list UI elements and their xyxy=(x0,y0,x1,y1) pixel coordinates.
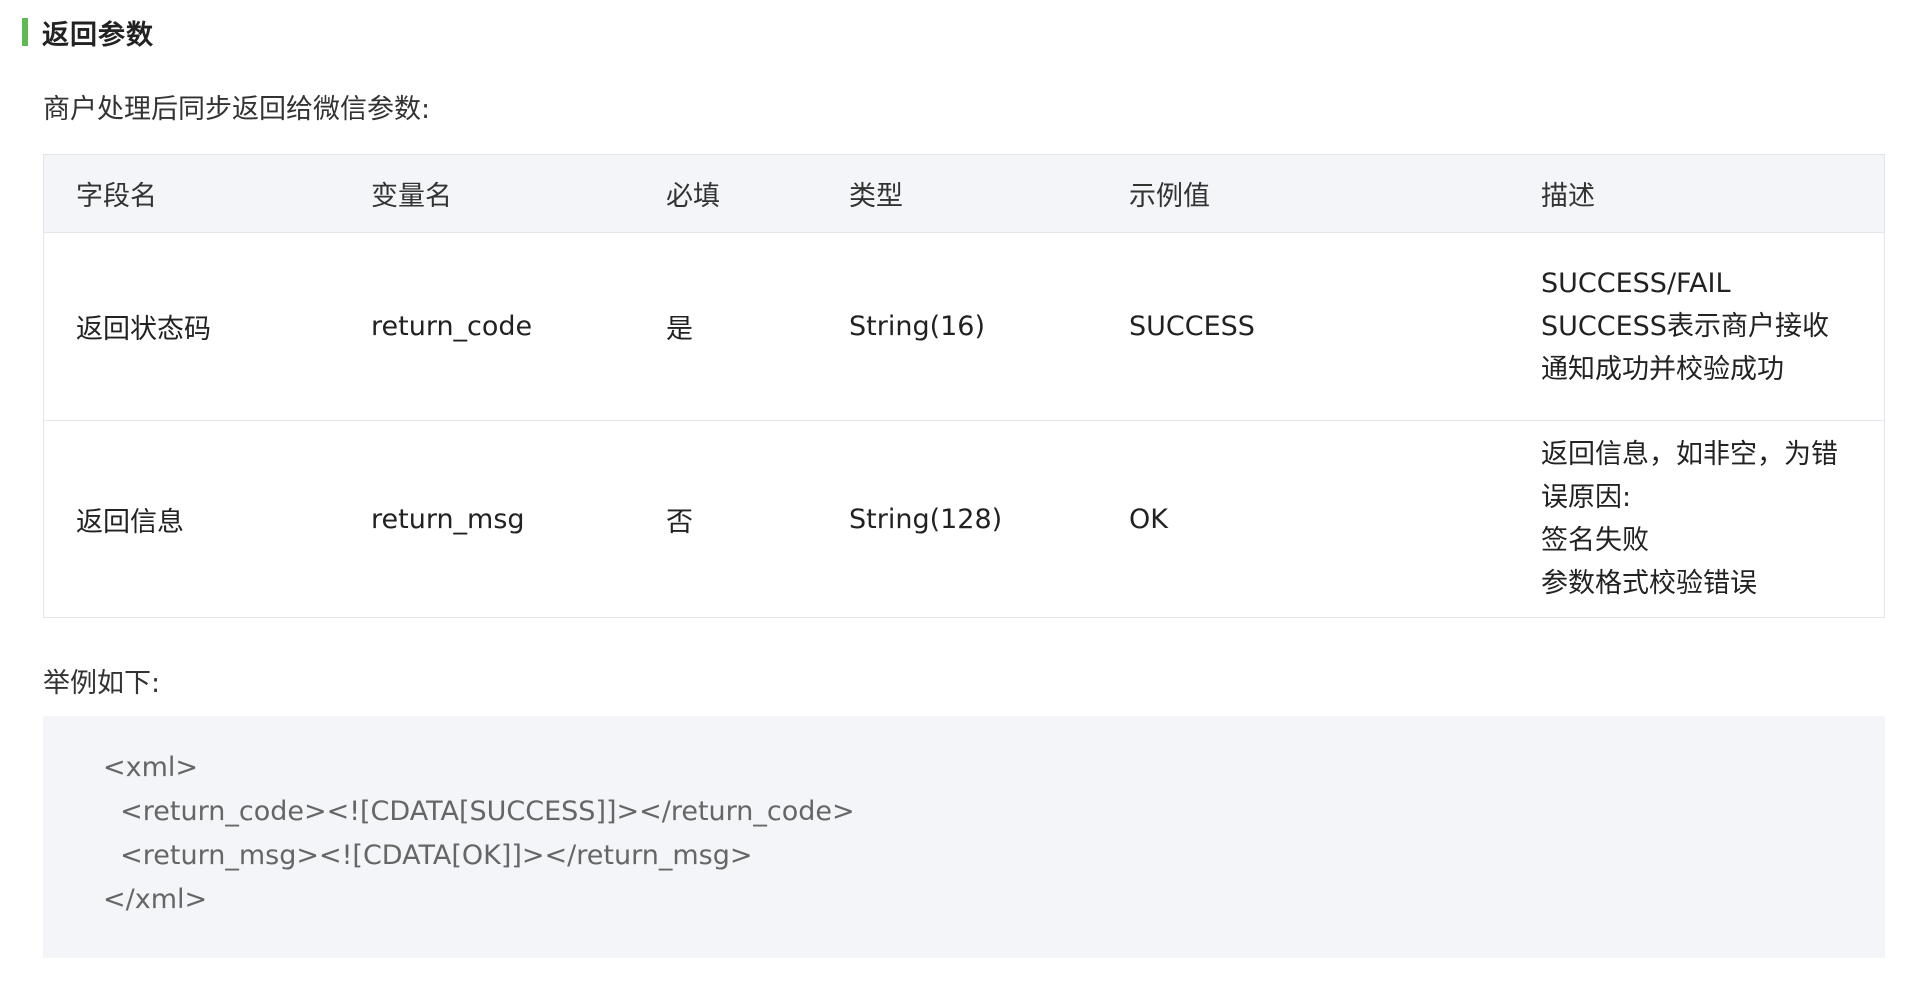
cell-variable-name: return_msg xyxy=(339,420,634,618)
code-line: </xml> xyxy=(103,884,208,915)
table-header-row: 字段名 变量名 必填 类型 示例值 描述 xyxy=(43,154,1885,233)
cell-field-name: 返回状态码 xyxy=(43,232,339,421)
cell-required: 是 xyxy=(634,232,817,421)
header-example: 示例值 xyxy=(1097,154,1509,233)
heading-accent-bar xyxy=(22,18,28,46)
header-description: 描述 xyxy=(1509,154,1885,233)
cell-field-name: 返回信息 xyxy=(43,420,339,618)
cell-type: String(16) xyxy=(817,232,1097,421)
cell-example: OK xyxy=(1097,420,1509,618)
table-header: 字段名 变量名 必填 类型 示例值 描述 xyxy=(43,154,1885,233)
description-line: 签名失败 xyxy=(1541,525,1649,556)
document-page: 返回参数 商户处理后同步返回给微信参数: 字段名 变量名 必填 类型 示例值 描… xyxy=(0,0,1918,990)
table-body: 返回状态码 return_code 是 String(16) SUCCESS S… xyxy=(43,232,1885,618)
cell-example: SUCCESS xyxy=(1097,232,1509,421)
cell-description: SUCCESS/FAIL SUCCESS表示商户接收通知成功并校验成功 xyxy=(1509,232,1885,421)
header-required: 必填 xyxy=(634,154,817,233)
table-row: 返回信息 return_msg 否 String(128) OK 返回信息，如非… xyxy=(43,420,1885,618)
code-line: <return_code><![CDATA[SUCCESS]]></return… xyxy=(103,796,855,827)
code-line: <return_msg><![CDATA[OK]]></return_msg> xyxy=(103,840,753,871)
intro-text: 商户处理后同步返回给微信参数: xyxy=(43,94,431,125)
section-title: 返回参数 xyxy=(42,19,154,51)
example-label: 举例如下: xyxy=(43,668,161,699)
table-row: 返回状态码 return_code 是 String(16) SUCCESS S… xyxy=(43,232,1885,421)
cell-type: String(128) xyxy=(817,420,1097,618)
cell-required: 否 xyxy=(634,420,817,618)
header-variable-name: 变量名 xyxy=(339,154,634,233)
description-line: 参数格式校验错误 xyxy=(1541,568,1757,599)
code-line: <xml> xyxy=(103,752,199,783)
code-example-block[interactable]: <xml> <return_code><![CDATA[SUCCESS]]></… xyxy=(43,716,1885,958)
section-heading: 返回参数 xyxy=(22,14,154,51)
return-params-table: 字段名 变量名 必填 类型 示例值 描述 返回状态码 return_code 是… xyxy=(43,154,1885,618)
cell-variable-name: return_code xyxy=(339,232,634,421)
description-line: SUCCESS表示商户接收通知成功并校验成功 xyxy=(1541,311,1829,385)
header-field-name: 字段名 xyxy=(43,154,339,233)
description-line: 返回信息，如非空，为错误原因: xyxy=(1541,439,1838,513)
description-line: SUCCESS/FAIL xyxy=(1541,268,1731,299)
header-type: 类型 xyxy=(817,154,1097,233)
cell-description: 返回信息，如非空，为错误原因: 签名失败 参数格式校验错误 xyxy=(1509,420,1885,618)
